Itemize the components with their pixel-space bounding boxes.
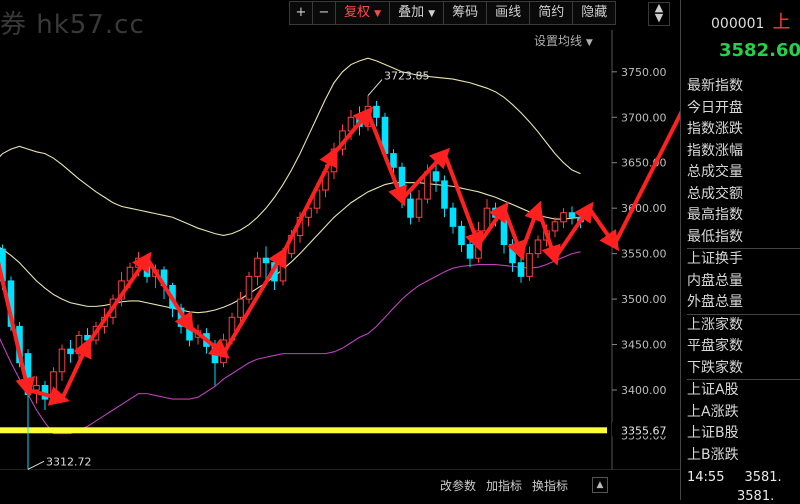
y-tick-label: 3550.00 <box>621 248 667 261</box>
candle-body <box>551 221 559 232</box>
stock-code: 000001 <box>711 16 765 32</box>
tick-row: 14:55 3581. <box>687 470 782 485</box>
tick-value-2: 3581. <box>737 489 775 504</box>
quote-field-label: 最新指数 <box>687 78 743 94</box>
quote-field-label: 上证B股 <box>687 425 739 441</box>
quote-field-label: 总成交额 <box>687 185 743 202</box>
tick-time: 14:55 <box>687 470 725 485</box>
stock-code-row: 000001 上 <box>711 8 790 34</box>
quote-field-label: 总成交量 <box>687 164 743 180</box>
tick-value: 3581. <box>744 470 782 485</box>
quote-field-label: 指数涨跌 <box>687 121 743 137</box>
quote-field-label: 内盘总量 <box>687 272 743 289</box>
y-tick-label: 3750.00 <box>621 66 667 79</box>
quote-field-label: 外盘总量 <box>687 294 743 310</box>
y-tick-label: 3450.00 <box>621 339 667 352</box>
candle-body <box>254 257 261 277</box>
candle-body <box>466 244 474 259</box>
y-tick-label: 3500.00 <box>621 293 667 306</box>
candle-body <box>568 212 576 218</box>
candle-body <box>441 180 448 209</box>
gaicanshu-button[interactable]: 改参数 <box>440 477 476 494</box>
candle-body <box>534 239 542 255</box>
quote-field-label: 下跌家数 <box>687 359 743 376</box>
candle-body <box>458 225 465 246</box>
y-tick-label: 3400.00 <box>621 384 667 397</box>
quote-field-label: 上A涨跌 <box>687 403 739 420</box>
quote-field-label: 上证换手 <box>687 248 800 271</box>
quote-panel: 000001 上 3582.60 最新指数今日开盘指数涨跌指数涨幅总成交量总成交额… <box>680 0 800 504</box>
candle-body <box>526 253 533 277</box>
quote-field-label: 指数涨幅 <box>687 142 743 159</box>
quote-field-label: 上证A股 <box>687 379 800 402</box>
support-label: 3355.67 <box>621 424 667 437</box>
high-annotation-label: 3723.85 <box>384 70 430 83</box>
candle-body <box>67 348 74 355</box>
candle-body <box>432 171 440 182</box>
quote-field-label: 最低指数 <box>687 228 743 245</box>
trend-arrow <box>587 206 620 252</box>
candle-body <box>262 257 270 264</box>
candle-body <box>449 207 457 227</box>
quote-field-label: 上B涨跌 <box>687 446 739 463</box>
expand-icon[interactable]: ▲ <box>592 477 608 493</box>
low-annotation-line <box>27 460 45 470</box>
quote-field-label: 最高指数 <box>687 207 743 223</box>
huanzhibiao-button[interactable]: 换指标 <box>532 477 568 494</box>
candle-body <box>509 244 516 264</box>
trend-arrow <box>476 201 509 247</box>
candle-body <box>245 275 253 300</box>
candle-body <box>33 384 40 391</box>
candle-body <box>75 334 83 355</box>
candle-body <box>58 348 66 373</box>
trend-arrow <box>60 337 92 402</box>
quote-field-list: 最新指数今日开盘指数涨跌指数涨幅总成交量总成交额最高指数最低指数上证换手 内盘总量… <box>687 76 800 466</box>
latest-price: 3582.60 <box>719 40 800 61</box>
low-annotation-label: 3312.72 <box>46 455 92 468</box>
high-annotation-line <box>367 79 383 96</box>
jiazhibiao-button[interactable]: 加指标 <box>486 477 522 494</box>
quote-field-label: 平盘家数 <box>687 338 743 354</box>
candle-body <box>407 198 414 218</box>
candlestick-chart: 3750.003700.003650.003600.003550.003500.… <box>0 30 680 470</box>
y-tick-label: 3600.00 <box>621 202 667 215</box>
trend-arrow <box>281 146 338 256</box>
candle-body <box>390 153 397 168</box>
quote-field-label: 今日开盘 <box>687 99 743 116</box>
candle-body <box>373 105 380 118</box>
indicator-bar: 改参数 加指标 换指标 <box>440 477 578 494</box>
support-line <box>0 427 607 434</box>
stock-name: 上 <box>772 12 791 33</box>
candle-body <box>560 212 567 223</box>
y-tick-label: 3700.00 <box>621 111 667 124</box>
candle-body <box>415 198 423 218</box>
candle-body <box>517 262 525 277</box>
candle-body <box>500 216 508 246</box>
candle-body <box>237 298 244 318</box>
trend-arrow <box>145 256 194 334</box>
quote-field-label: 上涨家数 <box>687 313 800 337</box>
